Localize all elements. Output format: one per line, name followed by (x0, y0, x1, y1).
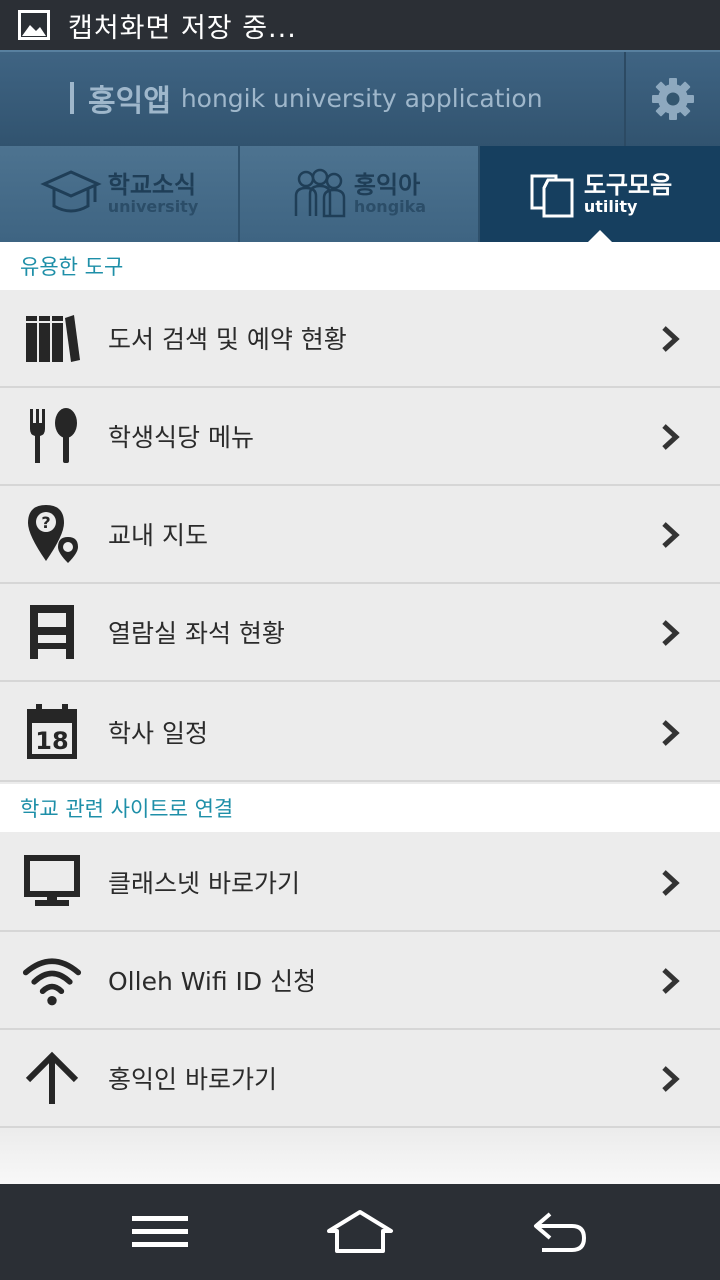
people-icon (294, 168, 346, 218)
list-item-library-search[interactable]: 도서 검색 및 예약 현황 (0, 290, 720, 388)
tab-utility-sublabel: utility (583, 197, 638, 216)
tab-hongika-label: 홍익아 (353, 171, 421, 199)
chevron-right-icon (662, 326, 680, 352)
monitor-icon (22, 852, 82, 912)
tab-bar: 학교소식 university 홍익아 hongika 도구모음 utility (0, 146, 720, 242)
menu-icon (132, 1216, 188, 1247)
tab-utility[interactable]: 도구모음 utility (480, 146, 720, 242)
system-nav-bar (0, 1184, 720, 1280)
list-item-label: 홍익인 바로가기 (108, 1065, 277, 1094)
list-item-cafeteria-menu[interactable]: 학생식당 메뉴 (0, 388, 720, 486)
brand-subtitle: hongik university application (180, 83, 543, 113)
map-pin-icon: ? (22, 504, 82, 564)
list-item-label: 학생식당 메뉴 (108, 423, 254, 452)
tab-hongika[interactable]: 홍익아 hongika (240, 146, 480, 242)
section-header-sites: 학교 관련 사이트로 연결 (0, 784, 720, 832)
fork-spoon-icon (22, 406, 82, 466)
app-brand: 홍익앱 hongik university application (70, 76, 543, 120)
tab-university-sublabel: university (107, 197, 199, 216)
list-item-academic-calendar[interactable]: 18 학사 일정 (0, 684, 720, 782)
menu-button[interactable] (120, 1202, 200, 1262)
image-icon (18, 10, 50, 40)
seat-icon (22, 602, 82, 662)
wifi-icon (22, 950, 82, 1010)
home-icon (327, 1210, 393, 1253)
chevron-right-icon (662, 968, 680, 994)
list-item-classnet[interactable]: 클래스넷 바로가기 (0, 834, 720, 932)
tab-university-label: 학교소식 (107, 171, 197, 199)
brand-divider (70, 82, 74, 114)
list-end-spacer (0, 1130, 720, 1184)
gear-icon (652, 78, 694, 120)
chevron-right-icon (662, 424, 680, 450)
settings-button[interactable] (626, 52, 720, 146)
home-button[interactable] (320, 1202, 400, 1262)
calendar-icon: 18 (22, 702, 82, 762)
svg-text:?: ? (41, 513, 50, 532)
tab-university[interactable]: 학교소식 university (0, 146, 240, 242)
arrow-up-icon (22, 1048, 82, 1108)
chevron-right-icon (662, 1066, 680, 1092)
active-tab-indicator (588, 230, 612, 242)
list-item-reading-room[interactable]: 열람실 좌석 현황 (0, 584, 720, 682)
tab-hongika-sublabel: hongika (353, 197, 427, 216)
back-button[interactable] (520, 1202, 600, 1262)
status-bar: 캡처화면 저장 중... (0, 0, 720, 50)
app-header: 홍익앱 hongik university application (0, 50, 720, 146)
calendar-day: 18 (35, 727, 68, 755)
list-item-label: 열람실 좌석 현황 (108, 619, 285, 648)
graduation-cap-icon (40, 170, 102, 213)
list-item-label: 도서 검색 및 예약 현황 (108, 325, 347, 354)
documents-icon (530, 174, 574, 218)
list-item-olleh-wifi[interactable]: Olleh Wifi ID 신청 (0, 932, 720, 1030)
chevron-right-icon (662, 870, 680, 896)
back-icon (534, 1212, 587, 1252)
list-item-label: 교내 지도 (108, 521, 208, 550)
chevron-right-icon (662, 620, 680, 646)
list-item-label: 클래스넷 바로가기 (108, 869, 300, 898)
list-item-hongikin[interactable]: 홍익인 바로가기 (0, 1030, 720, 1128)
list-item-label: 학사 일정 (108, 719, 208, 748)
chevron-right-icon (662, 720, 680, 746)
chevron-right-icon (662, 522, 680, 548)
list-item-campus-map[interactable]: ? 교내 지도 (0, 486, 720, 584)
section-header-tools: 유용한 도구 (0, 242, 720, 290)
books-icon (22, 308, 82, 368)
brand-title: 홍익앱 (88, 84, 171, 119)
list-item-label: Olleh Wifi ID 신청 (108, 967, 317, 996)
status-title: 캡처화면 저장 중... (68, 12, 297, 44)
tab-utility-label: 도구모음 (583, 171, 673, 199)
